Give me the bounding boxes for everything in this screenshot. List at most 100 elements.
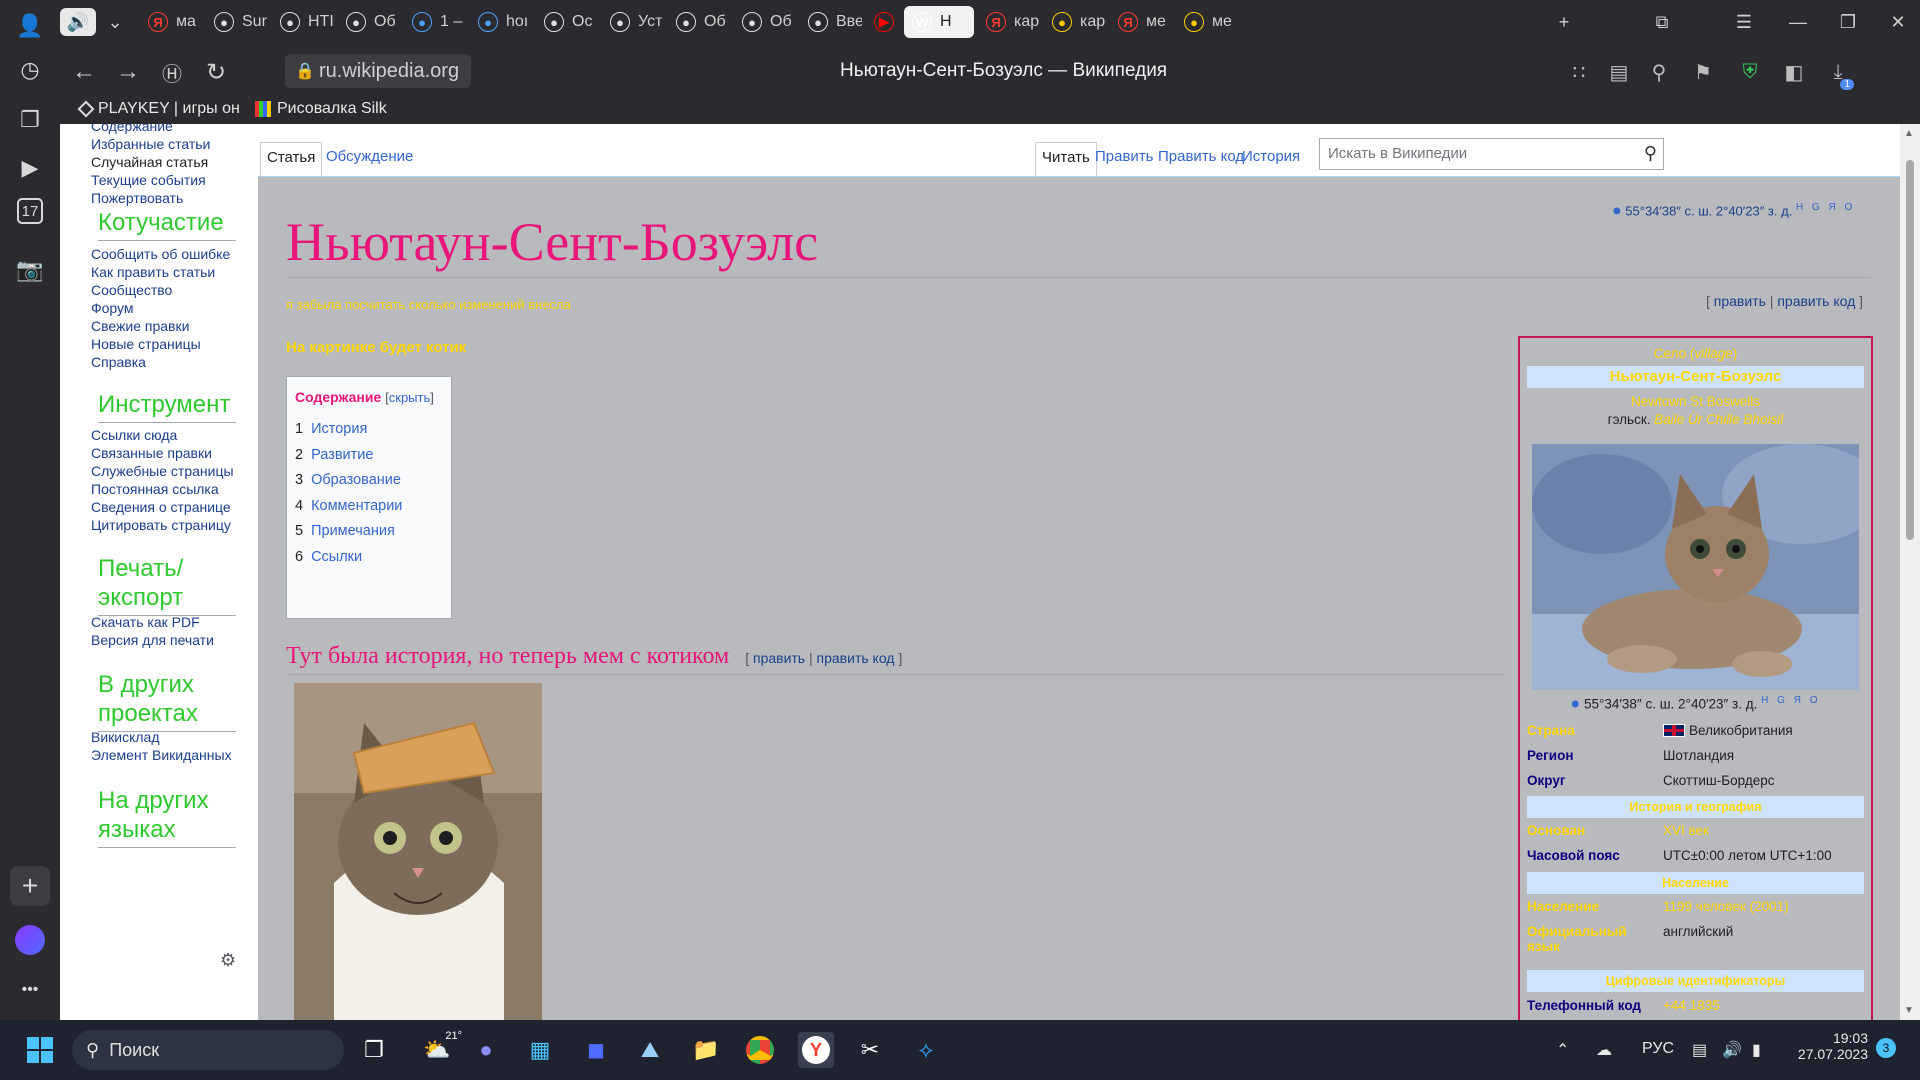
profile-icon[interactable]: 👤 — [10, 6, 50, 46]
nav-link[interactable]: Новые страницы — [91, 336, 201, 352]
nav-link[interactable]: Пожертвовать — [91, 190, 183, 206]
browser-tab[interactable]: WН — [904, 6, 974, 38]
protect-shield-icon[interactable]: ⛨ — [1736, 58, 1764, 86]
onedrive-icon[interactable]: ☁ — [1596, 1040, 1612, 1060]
nav-section-heading[interactable]: Инструмент — [98, 390, 236, 423]
nav-link[interactable]: Справка — [91, 354, 146, 370]
language-indicator[interactable]: РУС — [1642, 1040, 1674, 1058]
add-panel-button[interactable]: + — [10, 866, 50, 906]
browser-tab[interactable]: ▶ — [866, 6, 900, 38]
scroll-up-icon[interactable]: ▲ — [1904, 128, 1914, 139]
reload-icon[interactable]: ↻ — [200, 56, 232, 88]
nav-section-heading[interactable]: Котучастие — [98, 208, 236, 241]
weather-icon[interactable]: ⛅ 21° — [412, 1030, 462, 1068]
edit-link[interactable]: править — [753, 650, 805, 666]
search-icon[interactable]: ⚲ — [1644, 143, 1657, 164]
browser-tab[interactable]: ● НТІ — [272, 6, 334, 38]
infobox-coords[interactable]: ● 55°34′38″ с. ш. 2°40′23″ з. д. H G Я O — [1520, 695, 1871, 714]
store-icon[interactable]: ▦ — [522, 1032, 558, 1068]
browser-tab[interactable]: ● Об — [668, 6, 730, 38]
new-tab-button[interactable]: + — [1544, 8, 1584, 36]
page-scrollbar[interactable]: ▲ ▼ — [1900, 124, 1920, 1020]
scroll-down-icon[interactable]: ▼ — [1904, 1005, 1914, 1016]
screenshot-icon[interactable]: 📷 — [10, 250, 50, 290]
nav-link[interactable]: Форум — [91, 300, 134, 316]
nav-link[interactable]: Цитировать страницу — [91, 517, 231, 533]
yandex-browser-icon[interactable]: Y — [798, 1032, 834, 1068]
nav-section-heading[interactable]: На других языках — [98, 786, 236, 848]
browser-tab[interactable]: ● ме — [1176, 6, 1238, 38]
meme-cat-image[interactable] — [294, 683, 542, 1020]
infobox-value[interactable]: UTC±0:00 летом UTC+1:00 — [1663, 848, 1832, 863]
snipping-tool-icon[interactable]: ✂ — [852, 1032, 888, 1068]
wiki-search-input[interactable]: Искать в Википедии ⚲ — [1319, 138, 1664, 170]
alice-icon[interactable] — [10, 920, 50, 960]
extensions-icon[interactable]: ∷ — [1565, 58, 1593, 86]
chat-icon[interactable]: ● — [468, 1032, 504, 1068]
notifications-badge[interactable]: 3 — [1876, 1038, 1896, 1058]
toc-item[interactable]: 5 Примечания — [295, 523, 395, 539]
browser-tab[interactable]: ● hoı — [470, 6, 532, 38]
collections-icon[interactable]: ❐ — [10, 100, 50, 140]
taskbar-search[interactable]: ⚲ Поиск — [72, 1030, 344, 1070]
sound-icon[interactable]: 🔊 — [60, 8, 96, 36]
nav-section-heading[interactable]: Печать/ экспорт — [98, 554, 236, 616]
media-player-icon[interactable]: ▶ — [10, 148, 50, 188]
browser-tab[interactable]: Яме — [1110, 6, 1172, 38]
scroll-thumb[interactable] — [1906, 160, 1914, 540]
tab-history[interactable]: История — [1236, 142, 1306, 176]
toc-hide-link[interactable]: скрыть — [389, 390, 431, 405]
edit-link[interactable]: править — [1714, 293, 1766, 309]
calendar-icon[interactable]: 17 — [17, 198, 43, 224]
bookmark-playkey[interactable]: PLAYKEY | игры он — [77, 100, 240, 118]
infobox-coords-links[interactable]: H G Я O — [1761, 695, 1820, 706]
browser-tab[interactable]: Яма — [140, 6, 202, 38]
minimize-icon[interactable]: — — [1778, 8, 1818, 36]
infobox-kitten-photo[interactable] — [1532, 444, 1859, 690]
nav-link[interactable]: Избранные статьи — [91, 136, 210, 152]
infobox-value[interactable]: Скоттиш-Бордерс — [1663, 773, 1774, 788]
infobox-value[interactable]: XVI век — [1663, 823, 1709, 838]
nav-link[interactable]: Сообщить об ошибке — [91, 246, 230, 262]
toc-item[interactable]: 2 Развитие — [295, 447, 373, 463]
yandex-home-icon[interactable]: Ⓗ — [156, 56, 188, 88]
vscode-icon[interactable]: ⟡ — [908, 1032, 944, 1068]
tray-chevron-icon[interactable]: ⌃ — [1556, 1040, 1569, 1060]
browser-tab[interactable]: ● Вве — [800, 6, 862, 38]
browser-tab[interactable]: ● Об — [734, 6, 796, 38]
browser-tab[interactable]: ● Ос — [536, 6, 598, 38]
photos-icon[interactable]: ⛰ — [632, 1032, 668, 1068]
nav-link[interactable]: Скачать как PDF — [91, 614, 200, 630]
back-icon[interactable]: ← — [68, 56, 100, 88]
infobox-value[interactable]: Великобритания — [1663, 723, 1793, 738]
menu-icon[interactable]: ☰ — [1724, 8, 1764, 36]
nav-link[interactable]: Содержание — [91, 124, 173, 134]
nav-link[interactable]: Постоянная ссылка — [91, 481, 219, 497]
task-view-icon[interactable]: ❐ — [356, 1032, 392, 1068]
file-explorer-icon[interactable]: 📁 — [688, 1032, 724, 1068]
toc-item[interactable]: 4 Комментарии — [295, 498, 402, 514]
windows-start-icon[interactable] — [22, 1032, 58, 1068]
bookmark-icon[interactable]: ⚑ — [1689, 58, 1717, 86]
restore-icon[interactable]: ❐ — [1828, 8, 1868, 36]
edit-source-link[interactable]: править код — [817, 650, 895, 666]
nav-link[interactable]: Сведения о странице — [91, 499, 231, 515]
coords-map-links[interactable]: H G Я O — [1796, 202, 1855, 213]
tab-talk[interactable]: Обсуждение — [320, 142, 419, 176]
url-field[interactable]: 🔒 ru.wikipedia.org — [285, 54, 472, 88]
nav-link[interactable]: Случайная статья — [91, 154, 208, 170]
tab-read[interactable]: Читать — [1035, 142, 1097, 176]
history-icon[interactable]: ◷ — [10, 50, 50, 90]
network-icon[interactable]: ▤ — [1692, 1040, 1707, 1060]
chevron-down-icon[interactable]: ⌄ — [100, 8, 130, 36]
infobox-value[interactable]: 1199 человек (2001) — [1663, 899, 1789, 914]
browser-tab[interactable]: ● 1 – — [404, 6, 466, 38]
edit-source-link[interactable]: править код — [1777, 293, 1855, 309]
infobox-value[interactable]: +44 1835 — [1663, 998, 1720, 1013]
browser-tab[interactable]: ● кар — [1044, 6, 1106, 38]
toc-item[interactable]: 1 История — [295, 421, 367, 437]
infobox-value[interactable]: английский — [1663, 924, 1733, 939]
volume-icon[interactable]: 🔊 — [1722, 1040, 1742, 1060]
nav-link[interactable]: Версия для печати — [91, 632, 214, 648]
gear-icon[interactable]: ⚙ — [220, 950, 236, 971]
